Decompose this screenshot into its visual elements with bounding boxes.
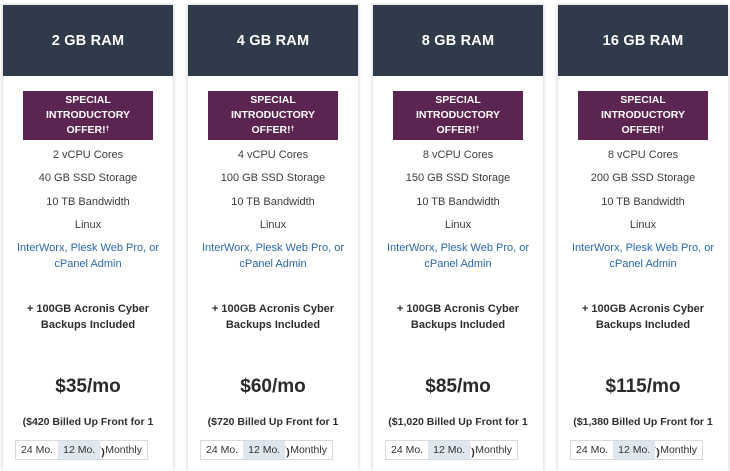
term-monthly[interactable]: Monthly <box>470 441 517 459</box>
feature-bandwidth: 10 TB Bandwidth <box>601 195 685 208</box>
term-selector: 24 Mo. 12 Mo. Monthly <box>385 440 518 460</box>
feature-storage: 150 GB SSD Storage <box>405 172 511 185</box>
control-panel-link[interactable]: InterWorx, Plesk Web Pro, or cPanel Admi… <box>3 237 173 272</box>
promo-badge: SPECIAL INTRODUCTORY OFFER!† <box>578 91 708 140</box>
feature-storage: 100 GB SSD Storage <box>220 172 326 185</box>
feature-list: 8 vCPU Cores 150 GB SSD Storage 10 TB Ba… <box>373 144 543 272</box>
term-24mo[interactable]: 24 Mo. <box>386 441 428 459</box>
feature-list: 8 vCPU Cores 200 GB SSD Storage 10 TB Ba… <box>558 144 728 272</box>
control-panel-link[interactable]: InterWorx, Plesk Web Pro, or cPanel Admi… <box>188 237 358 272</box>
plan-title: 4 GB RAM <box>188 5 358 76</box>
price: $115/mo <box>605 376 681 398</box>
term-24mo[interactable]: 24 Mo. <box>201 441 243 459</box>
plan-title: 16 GB RAM <box>558 5 728 76</box>
backup-note: + 100GB Acronis Cyber Backups Included <box>211 303 335 332</box>
term-selector: 24 Mo. 12 Mo. Monthly <box>200 440 333 460</box>
feature-storage: 200 GB SSD Storage <box>590 172 696 185</box>
term-24mo[interactable]: 24 Mo. <box>16 441 58 459</box>
term-selector: 24 Mo. 12 Mo. Monthly <box>15 440 148 460</box>
promo-badge: SPECIAL INTRODUCTORY OFFER!† <box>23 91 153 140</box>
promo-text: SPECIAL INTRODUCTORY OFFER! <box>231 94 315 136</box>
feature-cpu: 2 vCPU Cores <box>52 149 124 161</box>
backup-note: + 100GB Acronis Cyber Backups Included <box>26 303 150 332</box>
feature-os: Linux <box>444 218 472 231</box>
feature-cpu: 4 vCPU Cores <box>237 149 309 161</box>
term-monthly[interactable]: Monthly <box>100 441 147 459</box>
promo-footnote-mark: † <box>290 126 295 133</box>
backup-note: + 100GB Acronis Cyber Backups Included <box>396 303 520 332</box>
feature-bandwidth: 10 TB Bandwidth <box>46 195 130 208</box>
plan-title: 8 GB RAM <box>373 5 543 76</box>
plan-card-4gb: 4 GB RAM SPECIAL INTRODUCTORY OFFER!† 4 … <box>188 5 358 471</box>
term-12mo[interactable]: 12 Mo. <box>243 441 286 459</box>
feature-os: Linux <box>259 218 287 231</box>
control-panel-link[interactable]: InterWorx, Plesk Web Pro, or cPanel Admi… <box>373 237 543 272</box>
promo-footnote-mark: † <box>660 126 665 133</box>
term-monthly[interactable]: Monthly <box>285 441 332 459</box>
plan-title: 2 GB RAM <box>3 5 173 76</box>
feature-cpu: 8 vCPU Cores <box>607 149 679 161</box>
promo-text: SPECIAL INTRODUCTORY OFFER! <box>46 94 130 136</box>
plan-card-16gb: 16 GB RAM SPECIAL INTRODUCTORY OFFER!† 8… <box>558 5 728 471</box>
promo-footnote-mark: † <box>105 126 110 133</box>
feature-os: Linux <box>629 218 657 231</box>
term-12mo[interactable]: 12 Mo. <box>613 441 656 459</box>
promo-badge: SPECIAL INTRODUCTORY OFFER!† <box>208 91 338 140</box>
plan-card-8gb: 8 GB RAM SPECIAL INTRODUCTORY OFFER!† 8 … <box>373 5 543 471</box>
term-selector: 24 Mo. 12 Mo. Monthly <box>570 440 703 460</box>
term-12mo[interactable]: 12 Mo. <box>58 441 101 459</box>
promo-footnote-mark: † <box>475 126 480 133</box>
feature-list: 4 vCPU Cores 100 GB SSD Storage 10 TB Ba… <box>188 144 358 272</box>
price: $60/mo <box>240 376 306 398</box>
backup-note: + 100GB Acronis Cyber Backups Included <box>581 303 705 332</box>
promo-text: SPECIAL INTRODUCTORY OFFER! <box>416 94 500 136</box>
promo-text: SPECIAL INTRODUCTORY OFFER! <box>601 94 685 136</box>
term-monthly[interactable]: Monthly <box>655 441 702 459</box>
feature-bandwidth: 10 TB Bandwidth <box>416 195 500 208</box>
control-panel-link[interactable]: InterWorx, Plesk Web Pro, or cPanel Admi… <box>558 237 728 272</box>
feature-storage: 40 GB SSD Storage <box>38 172 138 185</box>
feature-list: 2 vCPU Cores 40 GB SSD Storage 10 TB Ban… <box>3 144 173 272</box>
price: $35/mo <box>55 376 121 398</box>
term-24mo[interactable]: 24 Mo. <box>571 441 613 459</box>
term-12mo[interactable]: 12 Mo. <box>428 441 471 459</box>
promo-badge: SPECIAL INTRODUCTORY OFFER!† <box>393 91 523 140</box>
feature-bandwidth: 10 TB Bandwidth <box>231 195 315 208</box>
price: $85/mo <box>425 376 491 398</box>
feature-os: Linux <box>74 218 102 231</box>
feature-cpu: 8 vCPU Cores <box>422 149 494 161</box>
plan-card-2gb: 2 GB RAM SPECIAL INTRODUCTORY OFFER!† 2 … <box>3 5 173 471</box>
